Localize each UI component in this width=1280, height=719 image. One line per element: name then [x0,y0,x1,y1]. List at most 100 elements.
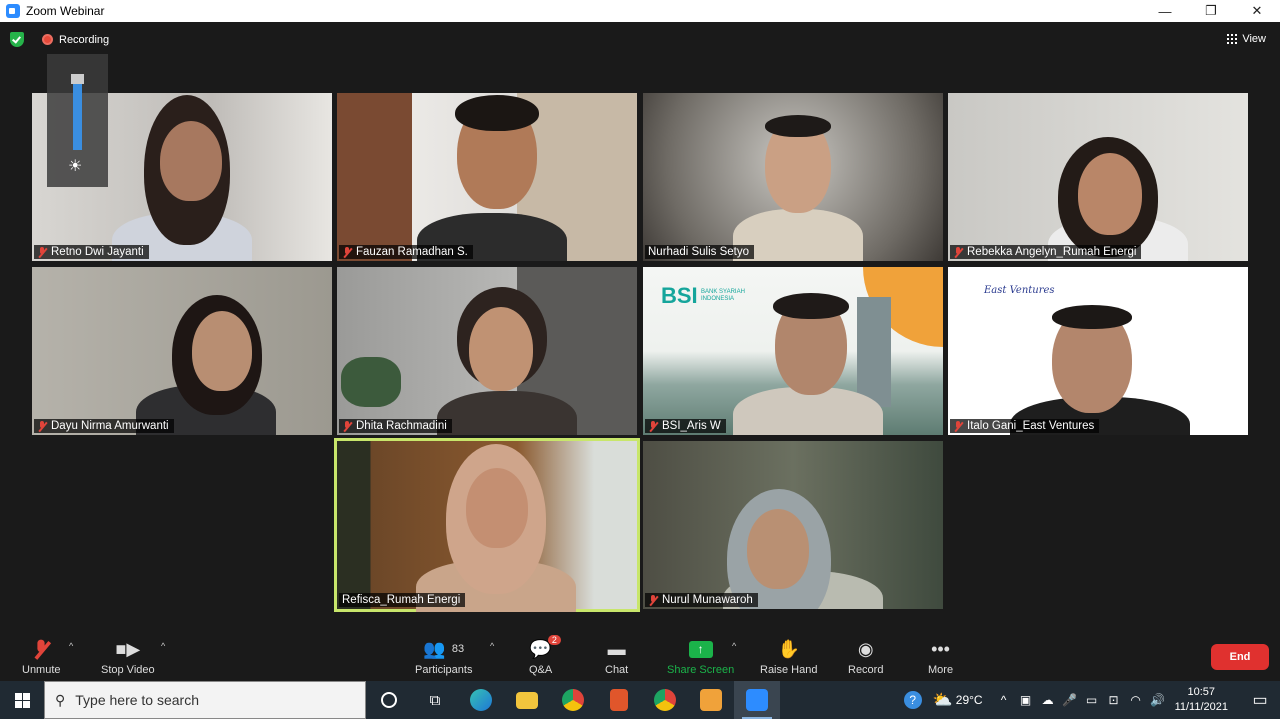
participants-button[interactable]: 👥 83 Participants [415,637,473,677]
system-tray: ? ⛅ 29°C ^ ▣ ☁ 🎤 ▭ ⊡ ◠ 🔊 10:57 11/11/202… [896,681,1280,719]
clock-date: 11/11/2021 [1174,701,1228,713]
video-tile[interactable]: Dayu Nirma Amurwanti [32,267,332,435]
active-speaker-tile[interactable]: Refisca_Rumah Energi [334,438,640,612]
restore-button[interactable]: ❐ [1188,3,1234,19]
taskbar-app-player[interactable] [688,681,734,719]
temperature[interactable]: 29°C [956,693,983,707]
audio-options-chevron-icon[interactable]: ^ [69,641,73,651]
brightness-sun-icon: ☀ [68,158,83,175]
network-adapter-icon[interactable]: ▣ [1015,693,1037,707]
end-button[interactable]: End [1211,644,1269,670]
weather-cloud-icon[interactable]: ⛅ [930,690,956,710]
participant-name: Fauzan Ramadhan S. [356,246,468,258]
participant-label: BSI_Aris W [645,419,726,433]
notifications-icon[interactable]: ▭ [1240,690,1280,710]
unmute-button[interactable]: Unmute [22,637,61,676]
video-tile[interactable]: Nurul Munawaroh [643,441,943,609]
participant-label: Fauzan Ramadhan S. [339,245,473,259]
participant-label: Dayu Nirma Amurwanti [34,419,174,433]
participant-name: Refisca_Rumah Energi [342,594,461,606]
stop-video-label: Stop Video [101,664,155,676]
security-shield-icon[interactable] [10,32,24,47]
taskbar-search[interactable]: ⚲ Type here to search [44,681,366,719]
participant-label: Nurul Munawaroh [645,593,758,607]
video-tile[interactable]: East Ventures Italo Gani_East Ventures [948,267,1248,435]
brightness-track [73,74,82,150]
participant-name: Italo Gani_East Ventures [967,420,1095,432]
recording-label: Recording [59,33,110,46]
qa-badge: 2 [547,635,561,645]
participant-name: Retno Dwi Jayanti [51,246,144,258]
video-options-chevron-icon[interactable]: ^ [161,641,165,651]
participants-options-chevron-icon[interactable]: ^ [490,641,494,651]
windows-taskbar: ⚲ Type here to search ⧉ ? ⛅ 29°C ^ ▣ ☁ 🎤… [0,681,1280,719]
start-button[interactable] [0,681,44,719]
participant-label: Retno Dwi Jayanti [34,245,149,259]
view-button[interactable]: View [1227,33,1266,45]
edge-icon [470,689,492,711]
participant-label: Refisca_Rumah Energi [339,593,466,607]
display-icon[interactable]: ⊡ [1103,693,1125,707]
clock[interactable]: 10:57 11/11/2021 [1175,685,1228,715]
office-icon [610,689,628,711]
chrome-icon [562,689,584,711]
chat-button[interactable]: ▬ Chat [605,637,628,677]
mic-off-icon [36,637,46,661]
participants-label: Participants [415,664,473,676]
chat-bubble-icon: ▬ [607,638,626,659]
more-button[interactable]: ••• More [928,637,953,677]
raise-hand-button[interactable]: ✋ Raise Hand [760,637,817,677]
stop-video-button[interactable]: ■▶ Stop Video [101,637,155,677]
taskbar-app-edge[interactable] [458,681,504,719]
share-screen-label: Share Screen [667,664,735,676]
taskbar-app-explorer[interactable] [504,681,550,719]
participant-label: Rebekka Angelyn_Rumah Energi [950,245,1142,259]
video-tile[interactable]: Rebekka Angelyn_Rumah Energi [948,93,1248,261]
more-dots-icon: ••• [931,638,950,659]
taskbar-app-chrome-profile[interactable] [642,681,688,719]
cortana-circle-icon [381,692,397,708]
video-tile[interactable]: Fauzan Ramadhan S. [337,93,637,261]
record-dot-icon [42,34,53,45]
mic-muted-icon [37,420,47,432]
taskbar-app-office[interactable] [596,681,642,719]
video-tile[interactable]: Dhita Rachmadini [337,267,637,435]
taskbar-app-chrome[interactable] [550,681,596,719]
minimize-button[interactable]: — [1142,4,1188,19]
record-icon: ◉ [857,638,874,659]
help-icon[interactable]: ? [896,691,930,709]
participant-name: BSI_Aris W [662,420,721,432]
raise-hand-icon: ✋ [777,638,800,659]
cortana-button[interactable] [366,681,412,719]
microphone-icon[interactable]: 🎤 [1059,693,1081,707]
recording-indicator[interactable]: Recording [42,34,109,46]
search-icon: ⚲ [55,691,66,708]
brightness-slider[interactable]: ☀ [47,54,108,187]
grid-view-icon [1227,34,1238,44]
share-screen-button[interactable]: ↑ Share Screen [667,637,734,676]
brightness-handle[interactable] [71,74,84,84]
clock-time: 10:57 [1187,686,1216,698]
video-tile[interactable]: BSI BANK SYARIAH INDONESIA BSI_Aris W [643,267,943,435]
chrome-profile-icon [654,689,676,711]
windows-logo-icon [14,692,30,708]
battery-icon[interactable]: ▭ [1081,693,1103,707]
video-tile[interactable]: Nurhadi Sulis Setyo [643,93,943,261]
close-button[interactable]: ✕ [1234,3,1280,19]
mic-muted-icon [648,420,658,432]
search-placeholder: Type here to search [75,692,200,708]
task-view-icon: ⧉ [429,691,441,709]
record-button[interactable]: ◉ Record [848,637,883,677]
task-view-button[interactable]: ⧉ [412,681,458,719]
unmute-label: Unmute [22,664,61,676]
zoom-logo-icon [6,4,20,18]
onedrive-cloud-icon[interactable]: ☁ [1037,693,1059,707]
share-options-chevron-icon[interactable]: ^ [732,641,736,651]
mic-muted-icon [953,420,963,432]
taskbar-app-zoom[interactable] [734,681,780,719]
qa-button[interactable]: 💬 2 Q&A [529,635,561,676]
volume-icon[interactable]: 🔊 [1147,693,1169,707]
wifi-icon[interactable]: ◠ [1125,693,1147,707]
participant-name: Dhita Rachmadini [356,420,447,432]
chevron-up-icon[interactable]: ^ [993,693,1015,707]
